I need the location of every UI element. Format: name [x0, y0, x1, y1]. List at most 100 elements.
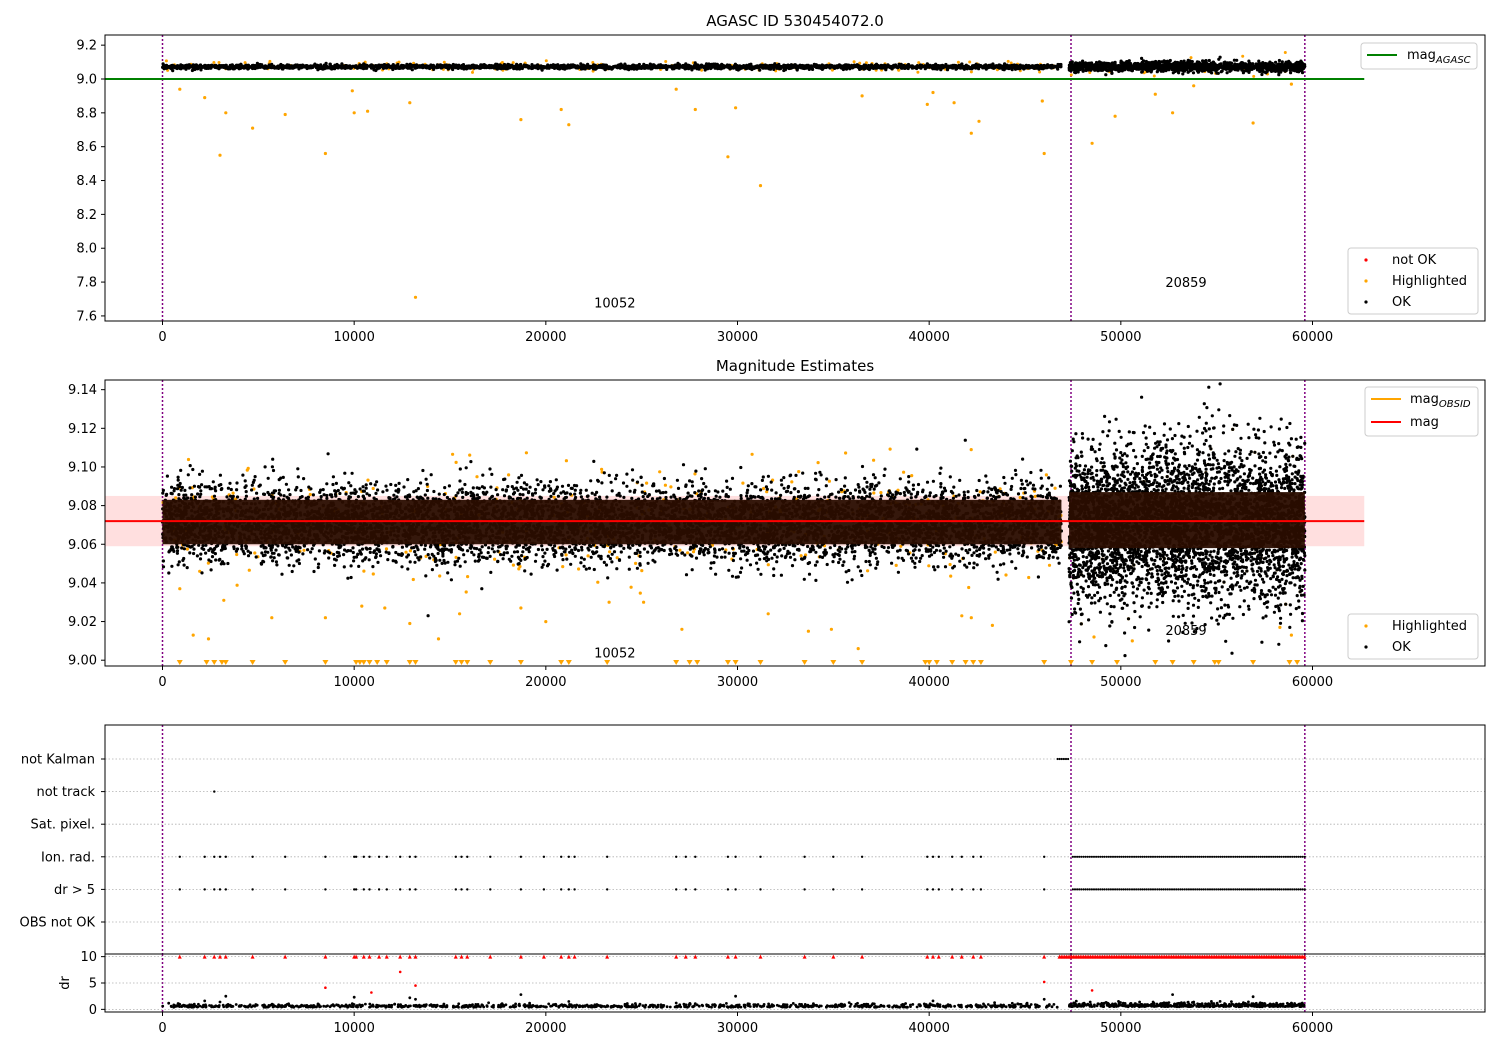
point-ok: [1260, 72, 1264, 77]
point-highlighted: [969, 616, 973, 620]
panel-magnitude-title: Magnitude Estimates: [716, 357, 874, 375]
point-highlighted: [741, 481, 745, 485]
point-highlighted: [466, 575, 470, 579]
point-ok: [758, 68, 762, 72]
point-highlighted: [186, 457, 191, 462]
point-highlighted: [1047, 563, 1052, 567]
point-highlighted: [1153, 92, 1157, 96]
point-highlighted: [408, 549, 412, 553]
point-ok: [1245, 68, 1249, 73]
point-highlighted: [860, 94, 864, 98]
point-highlighted: [902, 470, 906, 474]
point-highlighted: [829, 627, 834, 631]
point-highlighted: [894, 563, 898, 568]
point-highlighted: [251, 126, 255, 130]
point-highlighted: [663, 483, 668, 487]
point-highlighted: [1069, 73, 1073, 77]
point-highlighted: [766, 563, 770, 567]
point-ok: [1216, 71, 1220, 75]
point-highlighted: [458, 612, 462, 616]
point-highlighted: [608, 550, 612, 554]
point-highlighted: [564, 459, 569, 463]
point-highlighted: [1189, 56, 1193, 60]
point-highlighted: [283, 112, 287, 117]
point-highlighted: [1044, 473, 1048, 477]
point-highlighted: [178, 587, 182, 591]
point-ok: [176, 478, 180, 482]
point-highlighted: [212, 61, 216, 64]
point-ok: [1070, 60, 1074, 64]
point-ok: [1212, 68, 1216, 72]
point-ok: [1074, 61, 1078, 65]
point-highlighted: [1192, 84, 1196, 88]
y-tick-label: 8.6: [76, 140, 97, 155]
point-highlighted: [969, 448, 973, 452]
point-ok: [1294, 61, 1298, 65]
point-ok: [1182, 59, 1186, 63]
point-highlighted: [577, 567, 581, 571]
point-highlighted: [1289, 82, 1293, 86]
y-tick-label: 8.8: [76, 106, 97, 121]
point-ok: [1069, 69, 1073, 73]
figure: AGASC ID 530454072.0 1005220859 0 10000 20…: [0, 0, 1500, 1050]
point-ok: [943, 565, 948, 569]
point-ok: [260, 63, 264, 67]
point-ok: [1181, 72, 1185, 76]
point-ok: [440, 561, 444, 566]
point-highlighted: [408, 621, 412, 626]
point-ok: [1147, 61, 1151, 65]
point-highlighted: [642, 600, 646, 604]
legend-mag-agasc-main: mag: [1407, 48, 1436, 63]
point-ok: [855, 63, 859, 67]
point-highlighted: [952, 101, 956, 105]
point-highlighted: [1006, 59, 1010, 63]
point-highlighted: [383, 606, 387, 610]
point-highlighted: [1033, 494, 1037, 498]
point-highlighted: [245, 468, 249, 472]
obsid-label: 20859: [1165, 276, 1206, 291]
point-highlighted: [968, 60, 972, 64]
point-ok: [1284, 60, 1288, 64]
point-highlighted: [856, 647, 860, 651]
point-ok: [1118, 69, 1122, 73]
point-highlighted: [734, 106, 738, 110]
point-highlighted: [235, 583, 239, 587]
point-ok: [1140, 70, 1144, 74]
point-ok: [962, 67, 967, 71]
point-highlighted: [408, 101, 412, 105]
point-highlighted: [218, 153, 222, 157]
point-highlighted: [270, 616, 274, 620]
point-ok: [1190, 60, 1194, 64]
point-highlighted: [844, 451, 848, 455]
point-highlighted: [949, 574, 953, 578]
x-tick-label: 10000: [333, 330, 374, 345]
point-ok: [1300, 71, 1305, 75]
point-ok: [965, 67, 969, 71]
point-ok: [1264, 71, 1268, 75]
point-highlighted: [956, 60, 960, 64]
point-ok: [1093, 68, 1098, 72]
point-highlighted: [362, 569, 366, 573]
point-highlighted: [519, 606, 523, 610]
point-ok: [1219, 70, 1223, 74]
point-highlighted: [1171, 111, 1175, 115]
point-highlighted: [217, 61, 221, 64]
point-highlighted: [247, 568, 251, 572]
point-highlighted: [567, 123, 571, 127]
point-ok: [435, 63, 439, 67]
point-highlighted: [750, 452, 754, 456]
point-highlighted: [471, 70, 474, 74]
point-highlighted: [507, 473, 511, 477]
legend-agasc-markers: not OK Highlighted OK: [1347, 247, 1479, 315]
x-tick-label: 60000: [1292, 330, 1333, 345]
point-highlighted: [231, 491, 235, 495]
point-highlighted: [323, 151, 327, 156]
point-highlighted: [164, 59, 168, 63]
point-ok: [1204, 59, 1208, 63]
point-highlighted: [1090, 141, 1094, 145]
point-highlighted: [969, 70, 973, 74]
point-highlighted: [645, 481, 649, 485]
point-highlighted: [366, 109, 370, 113]
point-highlighted: [669, 485, 673, 489]
point-ok: [1201, 60, 1205, 64]
